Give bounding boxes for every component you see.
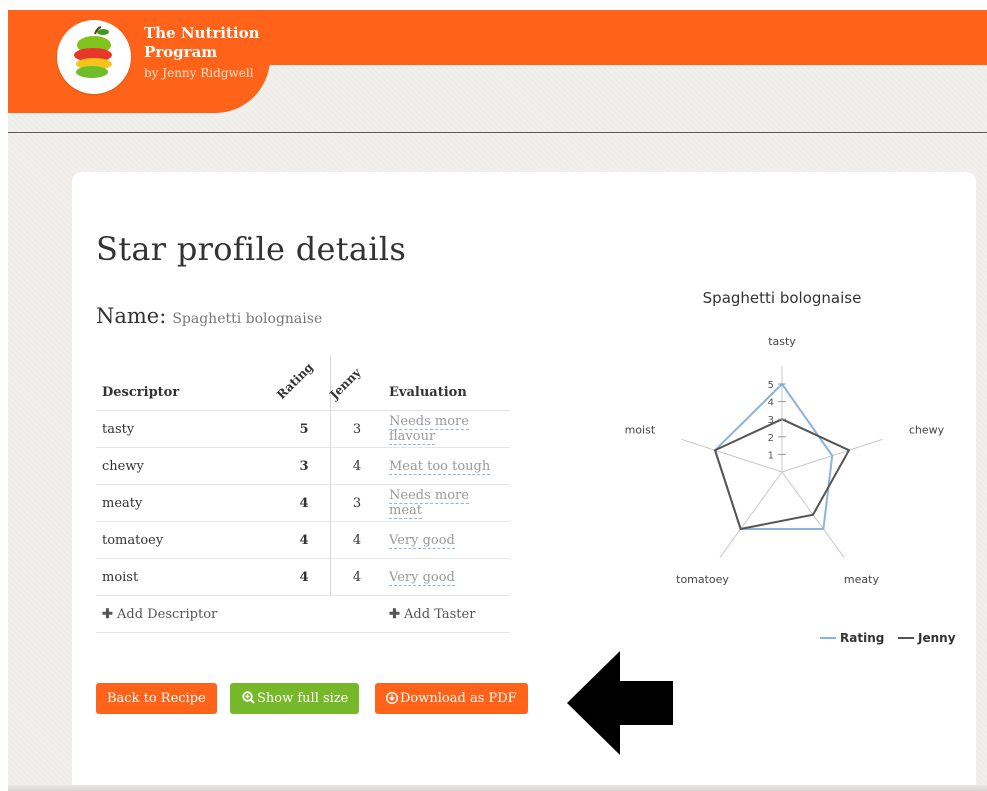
brand-title-line2: Program: [144, 43, 218, 61]
evaluation-cell: Needs more flavour: [383, 410, 510, 448]
add-descriptor-link[interactable]: ✚ Add Descriptor: [96, 595, 383, 633]
legend-label[interactable]: Jenny: [917, 631, 956, 645]
page-title: Star profile details: [96, 230, 407, 268]
card-shadow: [8, 785, 987, 791]
header-rating: Rating: [274, 355, 331, 411]
header-divider: [8, 132, 987, 133]
evaluation-link[interactable]: Needs more meat: [389, 488, 469, 519]
download-pdf-label: Download as PDF: [400, 691, 517, 706]
chart-title: Spaghetti bolognaise: [703, 289, 862, 307]
radar-category-label: tomatoey: [676, 573, 729, 586]
evaluation-link[interactable]: Meat too tough: [389, 458, 491, 475]
descriptor-cell: moist: [96, 558, 278, 596]
radar-axis-line: [719, 471, 783, 558]
name-value: Spaghetti bolognaise: [172, 311, 323, 327]
brand-title-line1: The Nutrition: [144, 24, 260, 42]
show-full-size-label: Show full size: [257, 691, 349, 706]
arrow-left-icon: [567, 651, 673, 755]
add-taster-label: Add Taster: [404, 606, 476, 622]
back-to-recipe-label: Back to Recipe: [107, 691, 206, 706]
evaluation-cell: Meat too tough: [383, 447, 510, 485]
rating-cell[interactable]: 4: [278, 484, 331, 522]
apple-slices-icon: [74, 26, 112, 78]
radar-category-label: moist: [625, 423, 656, 436]
descriptor-cell: tomatoey: [96, 521, 278, 559]
evaluation-link[interactable]: Very good: [389, 532, 455, 549]
rating-cell[interactable]: 5: [278, 410, 331, 448]
evaluation-cell: Needs more meat: [383, 484, 510, 522]
jenny-cell[interactable]: 4: [330, 558, 383, 596]
recipe-name-row: Name: Spaghetti bolognaise: [96, 304, 322, 328]
table-row: meaty 4 3 Needs more meat: [96, 484, 510, 522]
evaluation-cell: Very good: [383, 521, 510, 559]
evaluation-link[interactable]: Very good: [389, 569, 455, 586]
table-row: moist 4 4 Very good: [96, 558, 510, 596]
jenny-cell[interactable]: 3: [330, 484, 383, 522]
header-rating-label: Rating: [274, 360, 316, 402]
header-jenny-label: Jenny: [327, 365, 364, 402]
back-to-recipe-button[interactable]: Back to Recipe: [96, 683, 217, 714]
header-evaluation: Evaluation: [383, 355, 510, 411]
table-row: tomatoey 4 4 Very good: [96, 521, 510, 559]
star-profile-table: Descriptor Rating Jenny Evaluation tasty…: [96, 355, 510, 633]
radar-category-label: tasty: [768, 335, 796, 348]
radar-tick-label: 5: [768, 380, 774, 391]
logo[interactable]: [57, 20, 131, 94]
radar-tick-label: 4: [768, 398, 774, 409]
descriptor-cell: meaty: [96, 484, 278, 522]
legend-label[interactable]: Rating: [840, 631, 884, 645]
name-label: Name:: [96, 304, 167, 328]
evaluation-link[interactable]: Needs more flavour: [389, 414, 469, 445]
evaluation-cell: Very good: [383, 558, 510, 596]
add-descriptor-label: Add Descriptor: [117, 606, 218, 622]
descriptor-cell: chewy: [96, 447, 278, 485]
rating-cell[interactable]: 4: [278, 521, 331, 559]
plus-icon: ✚: [389, 606, 400, 622]
table-row: chewy 3 4 Meat too tough: [96, 447, 510, 485]
radar-chart: Spaghetti bolognaise tasty chewy meaty toma…: [625, 289, 956, 645]
brand-text[interactable]: The Nutrition Program by Jenny Ridgwell: [144, 24, 260, 84]
descriptor-cell: tasty: [96, 410, 278, 448]
radar-tick-label: 2: [768, 433, 774, 444]
brand-byline: by Jenny Ridgwell: [144, 66, 254, 80]
radar-category-label: meaty: [844, 573, 880, 586]
radar-tick-label: 1: [768, 450, 774, 461]
plus-icon: ✚: [102, 606, 113, 622]
header-jenny: Jenny: [327, 355, 383, 411]
rating-cell[interactable]: 3: [278, 447, 331, 485]
header-descriptor: Descriptor: [96, 355, 278, 411]
download-icon: [385, 691, 399, 705]
zoom-in-icon: [242, 691, 255, 704]
add-row: ✚ Add Descriptor ✚ Add Taster: [96, 595, 510, 633]
radar-category-label: chewy: [909, 423, 945, 436]
jenny-cell[interactable]: 4: [330, 521, 383, 559]
show-full-size-button[interactable]: Show full size: [230, 683, 360, 714]
jenny-cell[interactable]: 3: [330, 410, 383, 448]
radar-tick-label: 3: [768, 415, 774, 426]
rating-cell[interactable]: 4: [278, 558, 331, 596]
add-taster-link[interactable]: ✚ Add Taster: [383, 595, 510, 633]
table-row: tasty 5 3 Needs more flavour: [96, 410, 510, 448]
jenny-cell[interactable]: 4: [330, 447, 383, 485]
download-pdf-button[interactable]: Download as PDF: [375, 683, 528, 714]
